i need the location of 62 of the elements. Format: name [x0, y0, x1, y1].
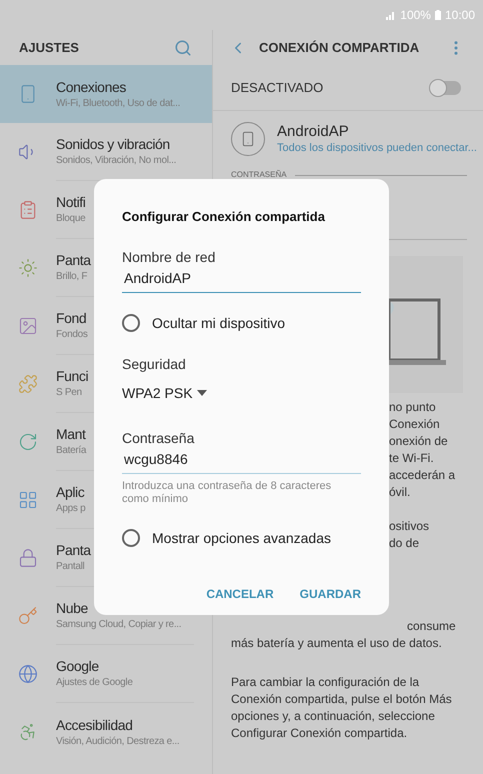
item-title: Panta [56, 541, 91, 560]
network-subtitle: Todos los dispositivos pueden conectar... [277, 141, 477, 155]
switch-label: DESACTIVADO [231, 78, 324, 97]
item-subtitle: Batería [56, 444, 86, 458]
signal-icon [386, 10, 396, 20]
item-subtitle: Wi-Fi, Bluetooth, Uso de dat... [56, 96, 180, 110]
description-line: onexión de [389, 433, 449, 450]
item-title: Panta [56, 251, 91, 270]
dialog-title: Configurar Conexión compartida [122, 208, 326, 226]
item-title: Google [56, 657, 99, 676]
item-title: Funci [56, 367, 88, 386]
item-title: Sonidos y vibración [56, 135, 170, 154]
item-title: Accesibilidad [56, 716, 133, 734]
item-title: Mant [56, 425, 86, 444]
toggle-switch[interactable] [431, 80, 461, 94]
item-subtitle: Fondos [56, 328, 88, 342]
radio-button[interactable] [122, 314, 140, 332]
radio-label: Mostrar opciones avanzadas [152, 528, 331, 548]
security-dropdown[interactable]: WPA2 PSK [122, 382, 207, 404]
description-line: accederán a [389, 467, 456, 484]
usage-line: más batería y aumenta el uso de datos. [231, 635, 443, 652]
description-line: óvil. [389, 484, 412, 501]
battery-icon [434, 10, 441, 20]
item-title: Notifi [56, 193, 86, 212]
field-label: Contraseña [122, 428, 196, 448]
search-icon[interactable] [174, 38, 192, 56]
password-hint: Introduzca una contraseña de 8 caracteres como mínimo [122, 480, 332, 506]
settings-item[interactable]: Accesibilidad Visión, Audición, Destreza e... [0, 703, 212, 761]
screen-title: CONEXIÓN COMPARTIDA [259, 38, 420, 57]
item-title: Aplic [56, 483, 84, 502]
radio-button[interactable] [122, 529, 140, 547]
item-subtitle: Visión, Audición, Destreza e... [56, 734, 180, 748]
settings-item[interactable]: Google Ajustes de Google [0, 645, 212, 703]
description-line: te Wi-Fi. [389, 450, 435, 467]
field-label: Seguridad [122, 354, 187, 374]
description-line: Conexión [389, 416, 441, 433]
item-title: Fond [56, 309, 86, 328]
item-title: Conexiones [56, 78, 126, 96]
help-text: Para cambiar la configuración de la Conexión compartida, pulse el botón Más opciones y, a continuación, seleccione Configurar Conexión compartida. [230, 674, 453, 742]
item-subtitle: Pantall [56, 560, 84, 574]
settings-item[interactable]: Conexiones Wi-Fi, Bluetooth, Uso de dat... [0, 65, 212, 123]
settings-title: AJUSTES [19, 38, 79, 57]
hotspot-icon [231, 122, 265, 156]
field-label: Nombre de red [122, 248, 216, 266]
item-subtitle: Bloque [56, 212, 86, 226]
item-subtitle: Sonidos, Vibración, No mol... [56, 154, 176, 168]
item-subtitle: S Pen [56, 386, 82, 400]
item-title: Nube [56, 599, 88, 618]
description-line: do de [389, 535, 420, 552]
item-subtitle: Samsung Cloud, Copiar y re... [56, 618, 182, 632]
radio-label: Ocultar mi dispositivo [152, 314, 286, 333]
usage-line: consume [406, 618, 457, 635]
network-name: AndroidAP [277, 123, 350, 141]
caret-icon [196, 390, 207, 396]
item-subtitle: Ajustes de Google [56, 676, 133, 690]
section-label: CONTRASEÑA [231, 169, 287, 181]
description-line: no punto [389, 399, 437, 416]
item-subtitle: Brillo, F [56, 270, 88, 284]
item-subtitle: Apps p [56, 502, 86, 516]
password-field[interactable]: wcgu8846 [122, 448, 361, 474]
description-line: ositivos [389, 518, 430, 535]
network-name-field[interactable]: AndroidAP [122, 268, 361, 292]
